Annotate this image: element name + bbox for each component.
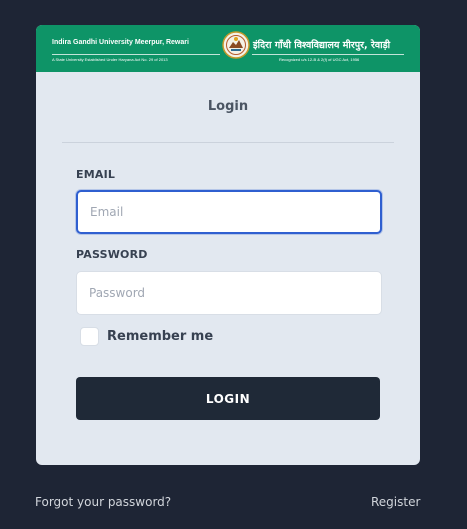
page-title: Login [207, 99, 249, 114]
university-subtitle-recognition: Recognized u/s 12-B & 2(f) of UGC Act, 1… [279, 57, 360, 62]
password-label: PASSWORD [76, 248, 148, 261]
password-field[interactable] [76, 271, 382, 315]
university-emblem-icon [222, 31, 250, 59]
banner-divider-right [252, 54, 404, 55]
remember-me-label[interactable]: Remember me [107, 329, 213, 344]
login-button[interactable]: LOGIN [76, 377, 380, 420]
remember-me-checkbox[interactable] [80, 327, 99, 346]
register-link[interactable]: Register [371, 495, 420, 509]
forgot-password-link[interactable]: Forgot your password? [35, 495, 171, 509]
university-name-english: Indira Gandhi University Meerpur, Rewari [52, 39, 189, 46]
title-divider [62, 142, 394, 143]
banner-divider-left [52, 54, 220, 55]
university-subtitle-english: A State University Established Under Har… [52, 57, 168, 62]
university-name-hindi: इंदिरा गाँधी विश्वविद्यालय मीरपुर, रेवाड… [253, 40, 391, 51]
email-field[interactable] [76, 190, 382, 234]
university-banner: Indira Gandhi University Meerpur, Rewari… [36, 25, 420, 72]
login-card: Indira Gandhi University Meerpur, Rewari… [36, 25, 420, 465]
email-label: EMAIL [76, 168, 116, 181]
remember-me[interactable]: Remember me [80, 327, 213, 346]
